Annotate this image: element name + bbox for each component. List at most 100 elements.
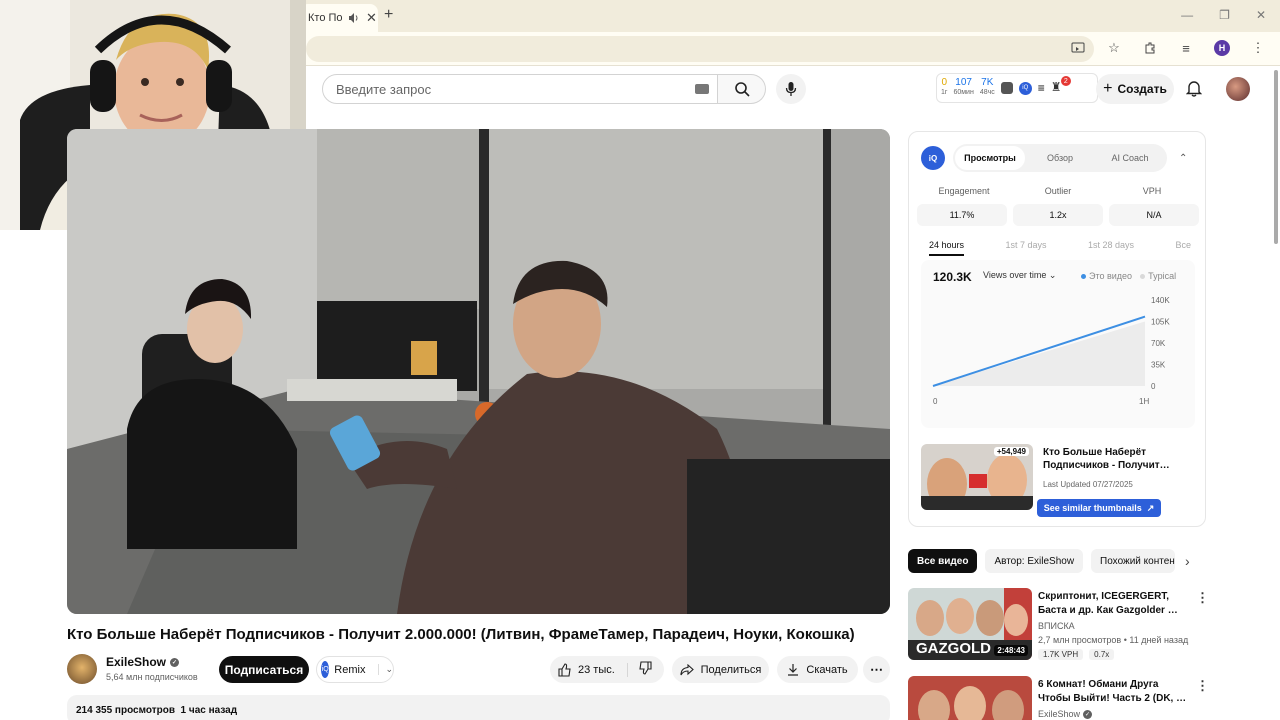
vidiq-menu-icon[interactable]: ≡ [1038,81,1045,95]
notifications-bell-icon[interactable] [1185,79,1204,99]
verified-check-icon: ✓ [170,657,180,667]
video-player[interactable] [67,129,890,614]
video-thumbnail[interactable]: GAZGOLD 2:48:43 [908,588,1032,660]
description-box[interactable]: 214 355 просмотров 1 час назад [67,695,890,720]
similar-video-thumbnail[interactable]: +54,949 [921,444,1033,510]
more-actions-icon[interactable]: ⋯ [863,656,890,683]
period-all[interactable]: Все [1175,240,1191,256]
thumbs-up-icon [558,662,571,677]
dropdown-label: Views over time [983,270,1047,280]
see-similar-thumbnails-button[interactable]: See similar thumbnails ↗ [1037,499,1161,517]
download-button[interactable]: Скачать [777,656,858,683]
speaker-icon[interactable] [348,12,360,24]
channel-name[interactable]: ExileShow ✓ [106,655,180,669]
bookmark-star-icon[interactable]: ☆ [1106,40,1122,56]
list-item[interactable]: 6 Комнат! Обмани Друга Чтобы Выйти! Част… [908,676,1209,720]
period-24-hours[interactable]: 24 hours [929,240,965,256]
channel-avatar[interactable] [67,654,97,684]
profile-avatar-icon[interactable]: H [1214,40,1230,56]
vidiq-remix-button[interactable]: iQ Remix ⌄ [316,656,394,683]
y-tick-label: 140K [1151,296,1170,305]
period-7-days[interactable]: 1st 7 days [1005,240,1046,256]
notification-badge: 2 [1060,76,1071,86]
chevron-up-icon[interactable]: ⌃ [1179,153,1187,164]
share-button[interactable]: Поделиться [672,656,769,683]
download-label: Скачать [806,663,848,676]
new-tab-button[interactable]: + [384,6,393,24]
subscribe-button[interactable]: Подписаться [219,656,309,683]
views-gain-badge: +54,949 [993,447,1029,456]
recommendation-chips: Все видео Автор: ExileShow Похожий конте… [908,549,1208,573]
vidiq-chart-icon[interactable] [1000,82,1013,94]
vidiq-logo-icon: iQ [321,661,330,678]
y-tick-label: 35K [1151,361,1166,370]
vidiq-toolbar[interactable]: 0 1г 107 60мин 7K 48чс iQ ≡ ♜ 2 [936,73,1098,103]
media-queue-icon[interactable]: ≡ [1178,40,1194,56]
extensions-icon[interactable] [1142,40,1158,56]
vidiq-logo-icon[interactable]: iQ [1018,81,1032,95]
metric-label: VPH [1142,186,1162,196]
keyboard-icon[interactable] [695,84,709,94]
external-arrow-icon: ↗ [1146,502,1155,513]
chevron-down-icon: ⌄ [1048,270,1057,280]
channel-name[interactable]: ExileShow ✓ [1038,709,1093,719]
y-tick-label: 70K [1151,339,1166,348]
vph-pill: 1.7K VPH [1038,649,1084,660]
minimize-icon[interactable]: — [1181,8,1193,22]
search-button[interactable] [718,74,766,104]
see-similar-label: See similar thumbnails [1043,503,1142,513]
restore-icon[interactable]: ❐ [1219,8,1230,22]
tab-overview[interactable]: Обзор [1025,146,1095,170]
legend-this-video: Это видео [1081,271,1132,281]
youtube-masthead: Введите запрос 0 1г 107 60мин 7K 48чс iQ ≡ … [306,66,1280,112]
close-window-icon[interactable]: ✕ [1256,8,1266,22]
channel-name[interactable]: ВПИСКА [1038,621,1075,631]
browser-tab[interactable]: Кто Подп ✕ [300,4,378,32]
vidiq-pills: 1.7K VPH 0.7x [1038,649,1115,660]
voice-search-button[interactable] [776,74,806,104]
address-bar[interactable] [306,36,1094,62]
video-title[interactable]: Скриптонит, ICEGERGERT, Баста и др. Как … [1038,590,1188,618]
create-button[interactable]: + Создать [1096,74,1174,104]
vidiq-stat: 107 60мин [953,77,974,97]
user-avatar[interactable] [1226,77,1250,101]
y-tick-label: 105K [1151,318,1170,327]
page-scrollbar[interactable] [1274,70,1278,244]
chip-author[interactable]: Автор: ExileShow [985,549,1084,573]
browser-menu-icon[interactable]: ⋮ [1250,40,1266,56]
y-tick-label: 0 [1151,382,1156,391]
toolbar-icons: ☆ ≡ H ⋮ [1070,40,1266,56]
vidiq-panel: iQ Просмотры Обзор AI Coach ⌃ Engagement… [908,131,1206,527]
views-over-time-dropdown[interactable]: Views over time ⌄ [983,270,1056,281]
similar-video-title[interactable]: Кто Больше Наберёт Подписчиков - Получит… [1043,446,1183,472]
chevron-down-icon[interactable]: ⌄ [378,664,393,675]
like-button[interactable]: 23 тыс. [550,662,628,677]
tab-ai-coach[interactable]: AI Coach [1095,146,1165,170]
list-item[interactable]: GAZGOLD 2:48:43 Скриптонит, ICEGERGERT, … [908,588,1209,662]
more-options-icon[interactable]: ⋮ [1196,678,1209,694]
vidiq-logo-icon: iQ [921,146,945,170]
chevron-right-icon[interactable]: › [1185,553,1190,569]
download-icon [788,664,799,676]
plus-icon: + [1103,80,1113,97]
dislike-button[interactable] [628,661,652,678]
thumbnail-image [908,676,1032,720]
metric-label: Engagement [938,186,990,196]
video-thumbnail[interactable] [908,676,1032,720]
browser-tab-title: Кто Подп [308,12,342,24]
video-title: Кто Больше Наберёт Подписчиков - Получит… [67,626,855,643]
views-line-chart: 035K70K105K140K0 1H [932,296,1170,406]
chip-all-videos[interactable]: Все видео [908,549,978,573]
vidiq-trophy-icon[interactable]: ♜ 2 [1051,76,1071,96]
more-options-icon[interactable]: ⋮ [1196,590,1209,606]
close-tab-icon[interactable]: ✕ [366,10,377,26]
video-title[interactable]: 6 Комнат! Обмани Друга Чтобы Выйти! Част… [1038,678,1188,706]
search-input[interactable]: Введите запрос [322,74,718,104]
chip-similar[interactable]: Похожий контент [1091,549,1176,573]
period-28-days[interactable]: 1st 28 days [1088,240,1134,256]
metric-labels: Engagement Outlier VPH [917,186,1199,196]
vidiq-stat: 7K 48чс [979,77,995,97]
tab-views[interactable]: Просмотры [955,146,1025,170]
metric-value: N/A [1109,204,1199,226]
cast-icon[interactable] [1070,40,1086,56]
